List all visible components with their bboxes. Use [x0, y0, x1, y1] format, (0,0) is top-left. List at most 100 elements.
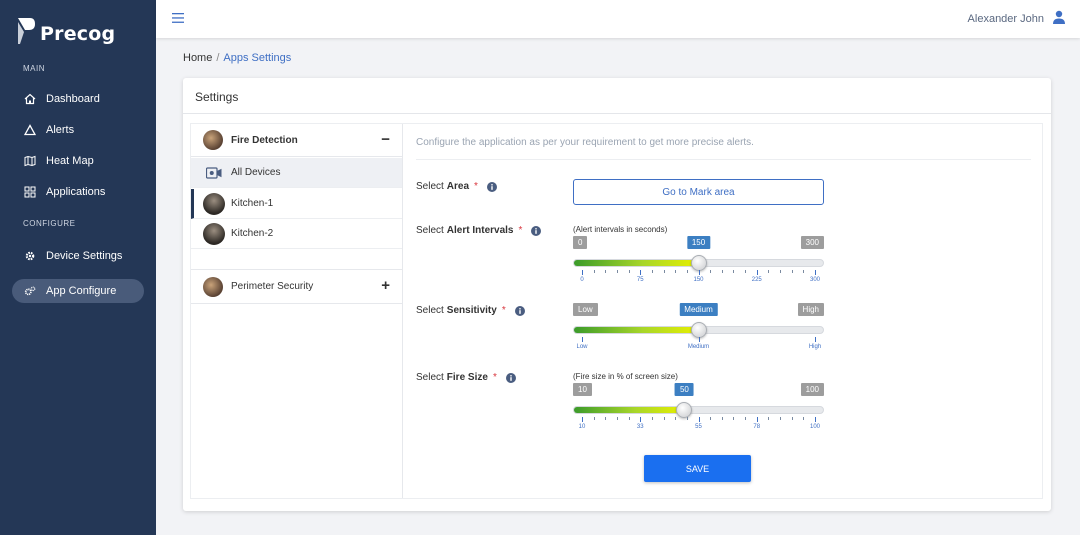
info-icon[interactable]: [531, 225, 542, 236]
settings-card: Settings Fire Detection − All Devices Ki…: [183, 78, 1051, 511]
kitchen-1-thumbnail: [203, 192, 225, 215]
device-kitchen-2[interactable]: Kitchen-2: [191, 219, 402, 249]
slider-major-tick: [815, 270, 816, 275]
slider-handle[interactable]: [690, 322, 707, 338]
slider-min-tag: 0: [573, 236, 588, 249]
info-icon[interactable]: [514, 305, 525, 316]
sidebar-item-app-configure[interactable]: App Configure: [12, 279, 144, 303]
slider-track: [573, 406, 824, 414]
section-label-main: MAIN: [23, 64, 45, 73]
slider-major-tick: [640, 270, 642, 275]
card-divider: [183, 113, 1051, 114]
slider-major-tick: [756, 417, 758, 422]
brand[interactable]: Precog: [16, 16, 115, 46]
slider-tick: [803, 270, 805, 273]
slider-ticks: 10 33 55 78 100: [573, 417, 824, 431]
precog-logo-icon: [18, 18, 35, 44]
slider-value-tag: 150: [686, 236, 711, 249]
slider-tick-label: 33: [636, 424, 644, 430]
breadcrumb-current: Apps Settings: [223, 52, 292, 64]
slider-major-tick: [815, 337, 816, 342]
sidebar-item-dashboard[interactable]: Dashboard: [12, 87, 144, 111]
slider-tick: [675, 270, 677, 273]
slider-tick: [663, 270, 665, 273]
user-name[interactable]: Alexander John: [968, 13, 1044, 25]
sidebar-item-device-settings[interactable]: Device Settings: [12, 244, 144, 268]
slider-tick: [651, 417, 653, 420]
slider-major-tick: [582, 417, 583, 422]
slider-value-tag: Medium: [679, 303, 718, 316]
slider-tick-label: 150: [693, 277, 704, 283]
slider-fill: [574, 327, 699, 333]
mark-area-button[interactable]: Go to Mark area: [573, 179, 824, 205]
slider-tick: [593, 270, 595, 273]
slider-tick: [768, 270, 770, 273]
group-fire-detection[interactable]: Fire Detection −: [191, 124, 402, 157]
slider-major-tick: [582, 270, 583, 275]
configuration-panel: Configure the application as per your re…: [404, 124, 1042, 498]
user-icon[interactable]: [1052, 10, 1066, 24]
slider-tick-label: 75: [636, 277, 644, 283]
slider-tick-label: Medium: [687, 344, 710, 350]
slider-tick: [663, 417, 665, 420]
label-bold: Area: [446, 181, 470, 192]
slider-tick: [791, 417, 793, 420]
sidebar-item-label: App Configure: [46, 285, 117, 297]
label-prefix: Select: [416, 181, 444, 192]
device-all-devices[interactable]: All Devices: [191, 158, 402, 188]
slider-max-tag: High: [797, 303, 824, 316]
slider-tick: [780, 270, 782, 273]
slider-handle[interactable]: [676, 402, 693, 418]
slider-tick: [721, 417, 723, 420]
slider-tick: [651, 270, 653, 273]
sidebar-item-label: Applications: [46, 186, 106, 198]
breadcrumb: Home / Apps Settings: [183, 52, 291, 64]
slider-tick-label: 78: [753, 424, 761, 430]
slider-fill: [574, 260, 699, 266]
slider-tick: [616, 417, 618, 420]
application-list: Fire Detection − All Devices Kitchen-1 K…: [191, 124, 403, 498]
slider-tick-label: 0: [580, 277, 584, 283]
label-bold: Fire Size: [446, 372, 488, 383]
sidebar-item-heat-map[interactable]: Heat Map: [12, 149, 144, 173]
config-description: Configure the application as per your re…: [416, 137, 754, 148]
device-label: All Devices: [231, 167, 281, 178]
label-bold: Sensitivity: [446, 305, 497, 316]
label-prefix: Select: [416, 305, 444, 316]
breadcrumb-home[interactable]: Home: [183, 52, 212, 64]
gears-icon: [24, 285, 36, 297]
sidebar-item-label: Alerts: [46, 124, 75, 136]
slider-major-tick: [815, 417, 816, 422]
slider-tick: [791, 270, 793, 273]
fire-size-label: Select Fire Size *: [416, 372, 516, 383]
menu-icon[interactable]: [172, 13, 184, 23]
save-button[interactable]: SAVE: [644, 455, 751, 482]
alert-intervals-label: Select Alert Intervals *: [416, 225, 542, 236]
slider-max-tag: 300: [800, 236, 824, 249]
label-bold: Alert Intervals: [446, 225, 514, 236]
slider-major-tick: [698, 417, 700, 422]
slider-tick: [803, 417, 805, 420]
group-perimeter-security[interactable]: Perimeter Security +: [191, 269, 402, 304]
slider-tick: [710, 270, 712, 273]
slider-tick: [733, 270, 735, 273]
label-prefix: Select: [416, 225, 444, 236]
collapse-icon[interactable]: −: [381, 131, 390, 148]
info-icon[interactable]: [486, 181, 497, 192]
sidebar-item-alerts[interactable]: Alerts: [12, 118, 144, 142]
slider-tick: [686, 270, 688, 273]
slider-tick: [628, 270, 630, 273]
slider-tick: [733, 417, 735, 420]
slider-tick: [605, 417, 607, 420]
required-marker: *: [501, 305, 506, 316]
required-marker: *: [492, 372, 497, 383]
device-kitchen-1[interactable]: Kitchen-1: [191, 189, 402, 219]
slider-max-tag: 100: [800, 383, 824, 396]
device-label: Kitchen-1: [231, 198, 274, 209]
slider-tick-label: 225: [751, 277, 762, 283]
slider-tick-label: 300: [809, 277, 821, 283]
slider-handle[interactable]: [690, 255, 707, 271]
info-icon[interactable]: [505, 372, 516, 383]
sidebar-item-applications[interactable]: Applications: [12, 180, 144, 204]
expand-icon[interactable]: +: [381, 277, 390, 294]
